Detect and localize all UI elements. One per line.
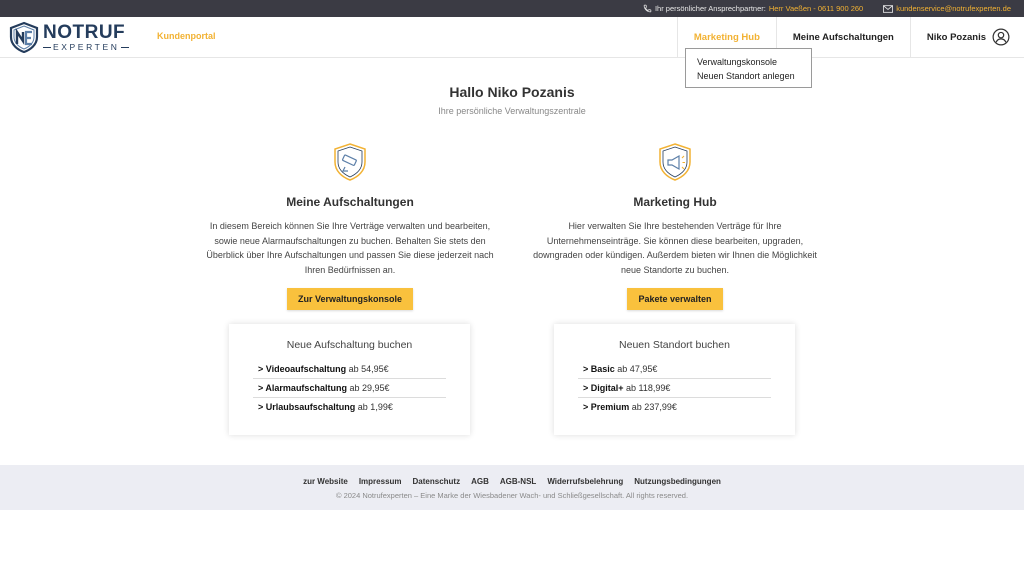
logo-title: NOTRUF	[43, 21, 126, 43]
email-link[interactable]: kundenservice@notrufexperten.de	[896, 4, 1011, 13]
top-info-bar: Ihr persönlicher Ansprechpartner: Herr V…	[0, 0, 1024, 17]
page-subtitle: Ihre persönliche Verwaltungszentrale	[438, 106, 586, 116]
section-title: Meine Aufschaltungen	[286, 195, 414, 209]
card-title: Neue Aufschaltung buchen	[286, 339, 413, 351]
main-header: NOTRUF EXPERTEN Kundenportal Marketing H…	[0, 17, 1024, 58]
section-aufschaltungen: Meine Aufschaltungen In diesem Bereich k…	[180, 142, 520, 310]
dropdown-item-neuen-standort[interactable]: Neuen Standort anlegen	[697, 69, 811, 83]
contact-info: Ihr persönlicher Ansprechpartner: Herr V…	[643, 4, 863, 13]
logo[interactable]: NOTRUF EXPERTEN	[8, 21, 130, 53]
footer-links: zur Website Impressum Datenschutz AGB AG…	[0, 477, 1024, 486]
contact-label: Ihr persönlicher Ansprechpartner:	[654, 4, 766, 13]
footer: zur Website Impressum Datenschutz AGB AG…	[0, 465, 1024, 510]
email-info: kundenservice@notrufexperten.de	[883, 4, 1011, 13]
card-title: Neuen Standort buchen	[619, 339, 730, 351]
section-text: In diesem Bereich können Sie Ihre Verträ…	[206, 221, 494, 275]
logo-shield-icon	[9, 21, 39, 53]
list-item[interactable]: > Premium ab 237,99€	[578, 398, 771, 416]
megaphone-shield-icon	[659, 143, 691, 181]
footer-link-website[interactable]: zur Website	[303, 477, 348, 486]
footer-link-impressum[interactable]: Impressum	[359, 477, 402, 486]
dropdown-item-verwaltungskonsole[interactable]: Verwaltungskonsole	[697, 55, 811, 69]
contact-name-phone[interactable]: Herr Vaeßen - 0611 900 260	[769, 4, 863, 13]
camera-shield-icon	[334, 143, 366, 181]
pakete-verwalten-button[interactable]: Pakete verwalten	[627, 288, 723, 310]
section-title: Marketing Hub	[633, 195, 717, 209]
section-marketing-hub: Marketing Hub Hier verwalten Sie Ihre be…	[505, 142, 845, 310]
phone-icon	[643, 4, 652, 13]
page-title: Hallo Niko Pozanis	[449, 84, 575, 100]
user-avatar-icon	[992, 28, 1010, 46]
logo-subtitle: EXPERTEN	[43, 43, 130, 52]
section-text: Hier verwalten Sie Ihre bestehenden Vert…	[533, 221, 817, 275]
footer-link-datenschutz[interactable]: Datenschutz	[413, 477, 461, 486]
nav-user-menu[interactable]: Niko Pozanis	[909, 17, 1024, 57]
footer-link-widerruf[interactable]: Widerrufsbelehrung	[547, 477, 623, 486]
footer-link-agb[interactable]: AGB	[471, 477, 489, 486]
list-item[interactable]: > Basic ab 47,95€	[578, 360, 771, 379]
list-item[interactable]: > Digital+ ab 118,99€	[578, 379, 771, 398]
footer-copyright: © 2024 Notrufexperten – Eine Marke der W…	[335, 491, 689, 500]
portal-label: Kundenportal	[157, 31, 216, 41]
list-item[interactable]: > Urlaubsaufschaltung ab 1,99€	[253, 398, 446, 416]
list-item[interactable]: > Alarmaufschaltung ab 29,95€	[253, 379, 446, 398]
verwaltungskonsole-button[interactable]: Zur Verwaltungskonsole	[286, 288, 414, 310]
mail-icon	[883, 4, 894, 13]
footer-link-agb-nsl[interactable]: AGB-NSL	[500, 477, 536, 486]
card-neue-aufschaltung: Neue Aufschaltung buchen > Videoaufschal…	[229, 324, 470, 435]
card-neuer-standort: Neuen Standort buchen > Basic ab 47,95€ …	[554, 324, 795, 435]
footer-link-nutzung[interactable]: Nutzungsbedingungen	[634, 477, 721, 486]
marketing-hub-dropdown: Verwaltungskonsole Neuen Standort anlege…	[685, 48, 812, 88]
list-item[interactable]: > Videoaufschaltung ab 54,95€	[253, 360, 446, 379]
user-name: Niko Pozanis	[926, 31, 986, 43]
